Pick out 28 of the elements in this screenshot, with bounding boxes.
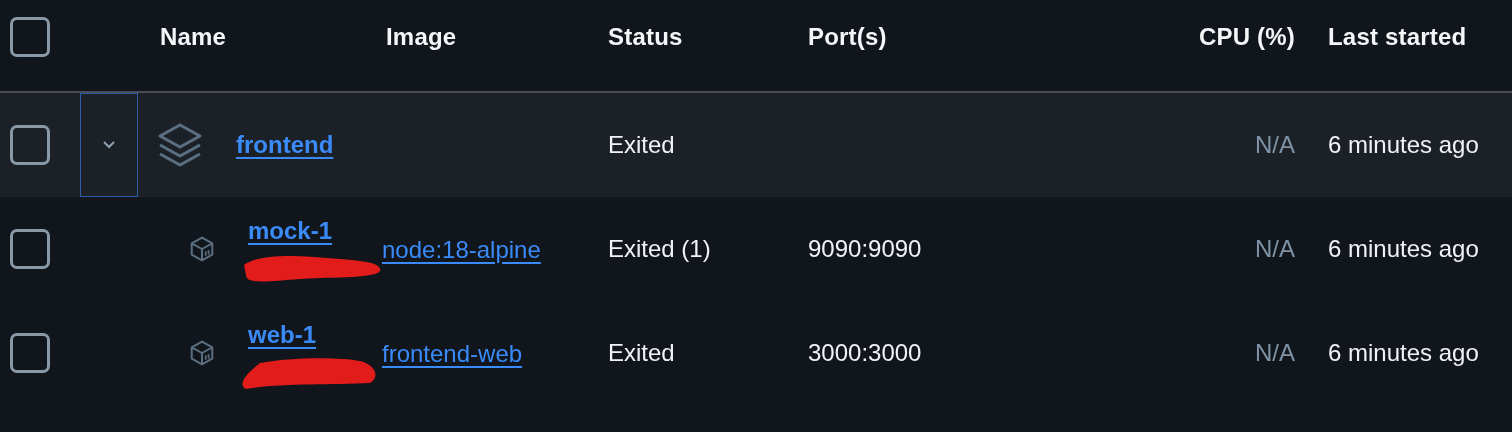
container-link[interactable]: mock-1 (248, 217, 333, 245)
checkbox[interactable] (10, 229, 50, 269)
checkbox[interactable] (10, 17, 50, 57)
cpu-text: N/A (1255, 235, 1295, 263)
cpu-text: N/A (1255, 339, 1295, 367)
column-header[interactable]: Port(s) (808, 23, 887, 51)
cpu-text: N/A (1255, 131, 1295, 159)
expand-toggle[interactable] (80, 93, 138, 197)
column-header[interactable]: Image (386, 23, 457, 51)
column-header[interactable]: Last started (1328, 23, 1467, 51)
column-header[interactable]: Name (160, 23, 227, 51)
image-link[interactable]: frontend-web (382, 340, 523, 368)
last-started-text: 6 minutes ago (1328, 235, 1479, 263)
status-text: Exited (608, 131, 675, 159)
container-link[interactable]: web-1 (248, 321, 316, 349)
port-text: 3000:3000 (808, 339, 922, 367)
column-header[interactable]: Status (608, 23, 683, 51)
port-text: 9090:9090 (808, 235, 922, 263)
stack-link[interactable]: frontend (236, 131, 334, 159)
status-text: Exited (608, 339, 675, 367)
column-header[interactable]: CPU (%) (1198, 23, 1295, 51)
checkbox[interactable] (10, 333, 50, 373)
image-link[interactable]: node:18-alpine (382, 236, 541, 264)
layers-icon (156, 121, 204, 169)
last-started-text: 6 minutes ago (1328, 339, 1479, 367)
checkbox[interactable] (10, 125, 50, 165)
status-text: Exited (1) (608, 235, 711, 263)
last-started-text: 6 minutes ago (1328, 131, 1479, 159)
